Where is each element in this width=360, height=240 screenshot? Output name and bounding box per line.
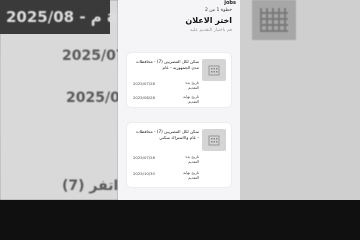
- end-date-label: تاريخ نهاية التقديم: [183, 94, 199, 104]
- background-text-date-1: 2025/07: [62, 48, 126, 64]
- building-icon: [208, 135, 220, 146]
- card-title: سكن لكل المصريين (7) - محافظات - عام وال…: [135, 129, 199, 140]
- page-title: اختر الاعلان: [185, 16, 232, 25]
- card-thumbnail: [202, 59, 226, 81]
- background-text-bottom: (7) اتفر: [62, 178, 119, 194]
- start-date-label: تاريخ بدء التقديم: [185, 154, 199, 164]
- card-title: سكن لكل المصريين (7) - محافظات مدن الجمه…: [135, 59, 199, 70]
- background-building-thumb: [252, 0, 296, 40]
- building-icon: [208, 65, 220, 76]
- page-subtitle: قم باختيار التقديم عليه: [190, 28, 232, 33]
- end-date-value: 2025/08/28: [133, 95, 155, 100]
- end-date-value: 2025/10/30: [133, 171, 155, 176]
- background-text-top: 2025/08 - م ap: [6, 8, 128, 26]
- brand-logo: jobs: [224, 0, 236, 6]
- start-date-value: 2025/07/28: [133, 155, 155, 160]
- start-date-label: تاريخ بدء التقديم: [185, 80, 199, 90]
- step-indicator: خطوة 1 من 2: [204, 8, 232, 13]
- end-date-label: تاريخ نهاية التقديم: [183, 170, 199, 180]
- announcement-card[interactable]: سكن لكل المصريين (7) - محافظات - عام وال…: [126, 122, 232, 188]
- start-date-value: 2025/07/28: [133, 81, 155, 86]
- announcement-card[interactable]: سكن لكل المصريين (7) - محافظات مدن الجمه…: [126, 52, 232, 108]
- card-thumbnail: [202, 129, 226, 151]
- phone-screen: jobs خطوة 1 من 2 اختر الاعلان قم باختيار…: [118, 0, 240, 200]
